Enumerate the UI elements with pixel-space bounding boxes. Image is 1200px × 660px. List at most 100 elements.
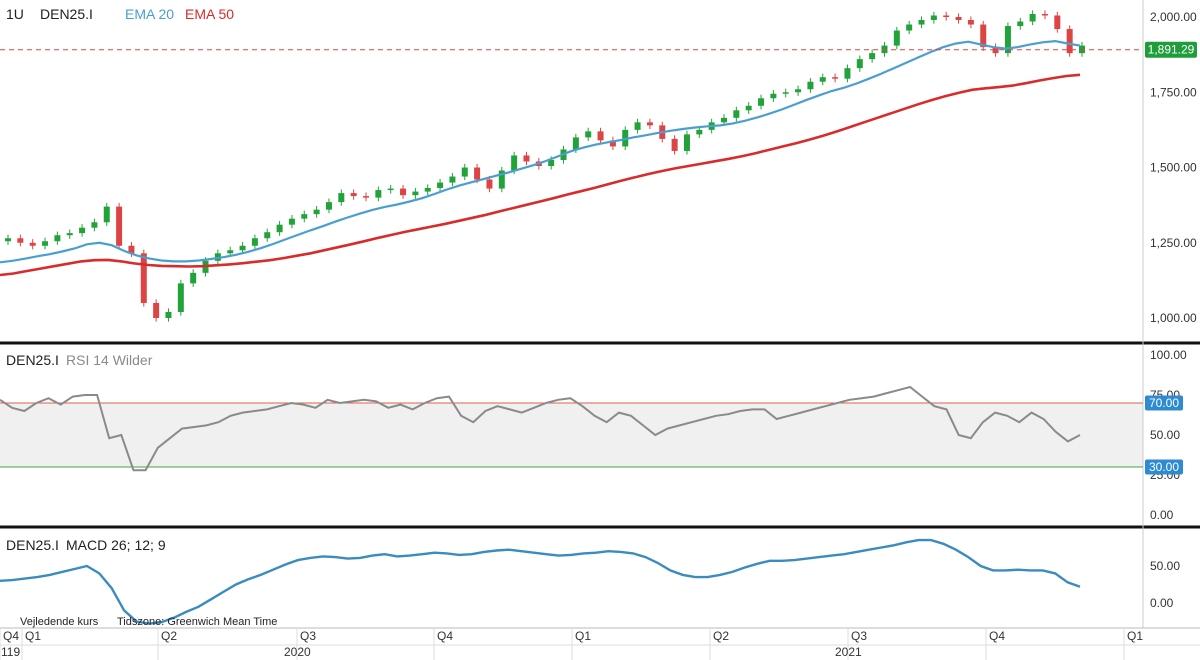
candle-body: [943, 15, 950, 17]
candle-body: [42, 241, 49, 246]
candle-body: [264, 232, 271, 239]
indicative-price-note: Vejledende kurs: [20, 616, 99, 628]
current-price-value: 1,891.29: [1148, 43, 1195, 57]
quarter-label: Q3: [300, 629, 316, 643]
candle-body: [733, 110, 740, 118]
candle-body: [634, 122, 641, 130]
candle-body: [745, 105, 752, 111]
candle-body: [844, 68, 851, 79]
rsi-symbol-label[interactable]: DEN25.I: [6, 352, 59, 368]
price-tick-label: 2,000.00: [1150, 10, 1197, 24]
candle-body: [795, 89, 802, 93]
candle-body: [807, 81, 814, 90]
ema20-legend[interactable]: EMA 20: [125, 6, 174, 22]
candle-body: [54, 235, 61, 242]
candle-body: [412, 191, 419, 196]
candle-body: [5, 238, 11, 242]
candle-body: [251, 238, 258, 246]
candle-body: [165, 311, 172, 318]
candle-body: [671, 138, 678, 151]
candle-body: [930, 15, 937, 21]
candle-body: [177, 283, 184, 312]
price-tick-label: 1,000.00: [1150, 311, 1197, 325]
candle-body: [325, 202, 332, 210]
candle-body: [350, 193, 357, 197]
candle-body: [819, 77, 826, 82]
year-label: 119: [1, 645, 20, 659]
candle-body: [153, 302, 160, 318]
quarter-label: Q3: [851, 629, 867, 643]
candle-body: [758, 98, 765, 106]
candle-body: [597, 131, 604, 141]
candle-body: [646, 122, 653, 126]
year-label: 2021: [835, 645, 862, 659]
candle-body: [1041, 13, 1048, 16]
price-tick-label: 1,750.00: [1150, 85, 1197, 99]
rsi-tick-label: 50.00: [1150, 428, 1180, 442]
candle-body: [400, 188, 407, 196]
candle-body: [1029, 13, 1036, 22]
quarter-label: Q4: [3, 629, 19, 643]
candle-body: [387, 188, 394, 191]
candle-body: [585, 131, 592, 138]
candle-body: [338, 193, 345, 203]
candle-body: [1054, 15, 1061, 30]
candle-body: [770, 93, 777, 99]
candle-body: [523, 155, 530, 162]
candle-body: [461, 167, 468, 177]
candle-body: [955, 17, 962, 21]
ema50-legend[interactable]: EMA 50: [185, 6, 234, 22]
quarter-label: Q1: [1127, 629, 1143, 643]
candle-body: [227, 250, 234, 254]
candle-body: [782, 92, 789, 94]
rsi-tick-label: 0.00: [1150, 508, 1174, 522]
candle-body: [140, 253, 147, 303]
quarter-label: Q2: [713, 629, 729, 643]
macd-symbol-label[interactable]: DEN25.I: [6, 537, 59, 553]
year-label: 2020: [284, 645, 311, 659]
macd-tick-label: 50.00: [1150, 559, 1180, 573]
candle-body: [313, 209, 320, 215]
candle-body: [967, 20, 974, 25]
rsi-upper-value: 70.00: [1149, 396, 1179, 410]
candle-body: [437, 182, 444, 188]
candle-body: [1017, 21, 1024, 27]
candle-body: [918, 20, 925, 25]
candle-body: [375, 190, 382, 198]
candle-body: [696, 129, 703, 135]
candle-body: [29, 242, 36, 246]
rsi-tick-label: 100.00: [1150, 348, 1187, 362]
price-tick-label: 1,500.00: [1150, 161, 1197, 175]
candle-body: [276, 224, 283, 233]
candle-body: [721, 117, 727, 123]
macd-tick-label: 0.00: [1150, 596, 1174, 610]
rsi-indicator-label[interactable]: RSI 14 Wilder: [66, 352, 153, 368]
candle-body: [832, 77, 839, 79]
candle-body: [103, 206, 110, 223]
timezone-note: Tidszone: Greenwich Mean Time: [117, 616, 277, 628]
rsi-lower-value: 30.00: [1149, 460, 1179, 474]
candle-body: [91, 222, 98, 228]
candle-body: [449, 176, 456, 183]
candle-body: [17, 238, 24, 243]
candle-body: [239, 245, 246, 251]
quarter-label: Q1: [25, 629, 41, 643]
candle-body: [116, 206, 123, 246]
price-tick-label: 1,250.00: [1150, 236, 1197, 250]
candle-body: [511, 155, 518, 171]
quarter-label: Q1: [575, 629, 591, 643]
candle-body: [363, 196, 369, 198]
symbol-label[interactable]: DEN25.I: [40, 6, 93, 22]
candle-body: [893, 30, 900, 46]
candle-body: [79, 227, 86, 234]
candle-body: [906, 24, 913, 31]
candle-body: [190, 272, 197, 284]
macd-indicator-label[interactable]: MACD 26; 12; 9: [66, 537, 166, 553]
candle-body: [572, 137, 579, 150]
quarter-label: Q4: [437, 629, 453, 643]
candle-body: [301, 214, 308, 219]
interval-label[interactable]: 1U: [6, 6, 24, 22]
candle-body: [66, 233, 73, 236]
chart-background: [0, 0, 1200, 660]
stock-chart[interactable]: 2,000.00 1,750.00 1,500.00 1,250.00 1,000.00…: [0, 0, 1200, 660]
